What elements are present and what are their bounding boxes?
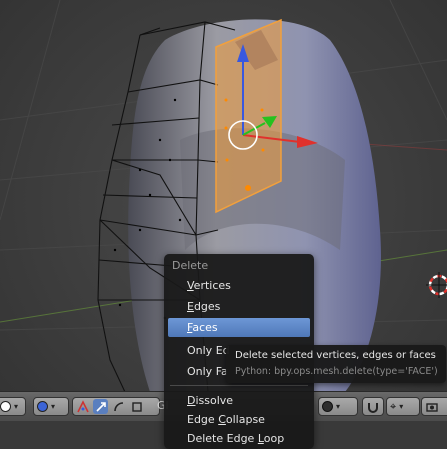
chevron-down-icon: ▾ xyxy=(336,402,341,411)
snap-target-icon: ⌖ xyxy=(390,399,397,413)
menu-item-vertices[interactable]: Vertices xyxy=(168,276,310,295)
chevron-down-icon: ▾ xyxy=(51,402,56,411)
chevron-down-icon: ▾ xyxy=(14,402,19,411)
pivot-point-icon xyxy=(0,401,11,412)
proportional-edit-icon xyxy=(322,401,333,412)
tooltip-title: Delete selected vertices, edges or faces xyxy=(235,350,436,361)
pivot-center-icon xyxy=(37,401,48,412)
tooltip-python: Python: bpy.ops.mesh.delete(type='FACE') xyxy=(235,366,438,377)
manipulator-group[interactable] xyxy=(72,397,160,416)
render-camera-icon[interactable] xyxy=(424,399,439,414)
snap-target-selector[interactable]: ⌖ ▾ xyxy=(386,397,420,416)
menu-separator xyxy=(170,385,308,386)
snap-toggle[interactable] xyxy=(362,397,384,416)
manipulator-toggle-icon[interactable] xyxy=(75,399,90,414)
menu-title: Delete xyxy=(172,259,209,272)
menu-item-faces[interactable]: Faces xyxy=(168,318,310,337)
proportional-edit-selector[interactable]: ▾ xyxy=(318,397,358,416)
menu-item-dissolve[interactable]: Dissolve xyxy=(168,391,310,410)
pivot-options[interactable]: ▾ xyxy=(33,397,69,416)
render-buttons[interactable] xyxy=(421,397,447,416)
scale-icon[interactable] xyxy=(129,399,144,414)
chevron-down-icon: ▾ xyxy=(399,402,404,411)
tooltip: Delete selected vertices, edges or faces… xyxy=(226,345,446,383)
menu-item-edges[interactable]: Edges xyxy=(168,297,310,316)
rotate-icon[interactable] xyxy=(111,399,126,414)
menu-item-delete-edge-loop[interactable]: Delete Edge Loop xyxy=(168,429,310,448)
snap-magnet-icon xyxy=(365,399,380,414)
translate-icon[interactable] xyxy=(93,399,108,414)
pivot-point-selector[interactable]: ▾ xyxy=(0,397,26,416)
menu-item-edge-collapse[interactable]: Edge Collapse xyxy=(168,410,310,429)
